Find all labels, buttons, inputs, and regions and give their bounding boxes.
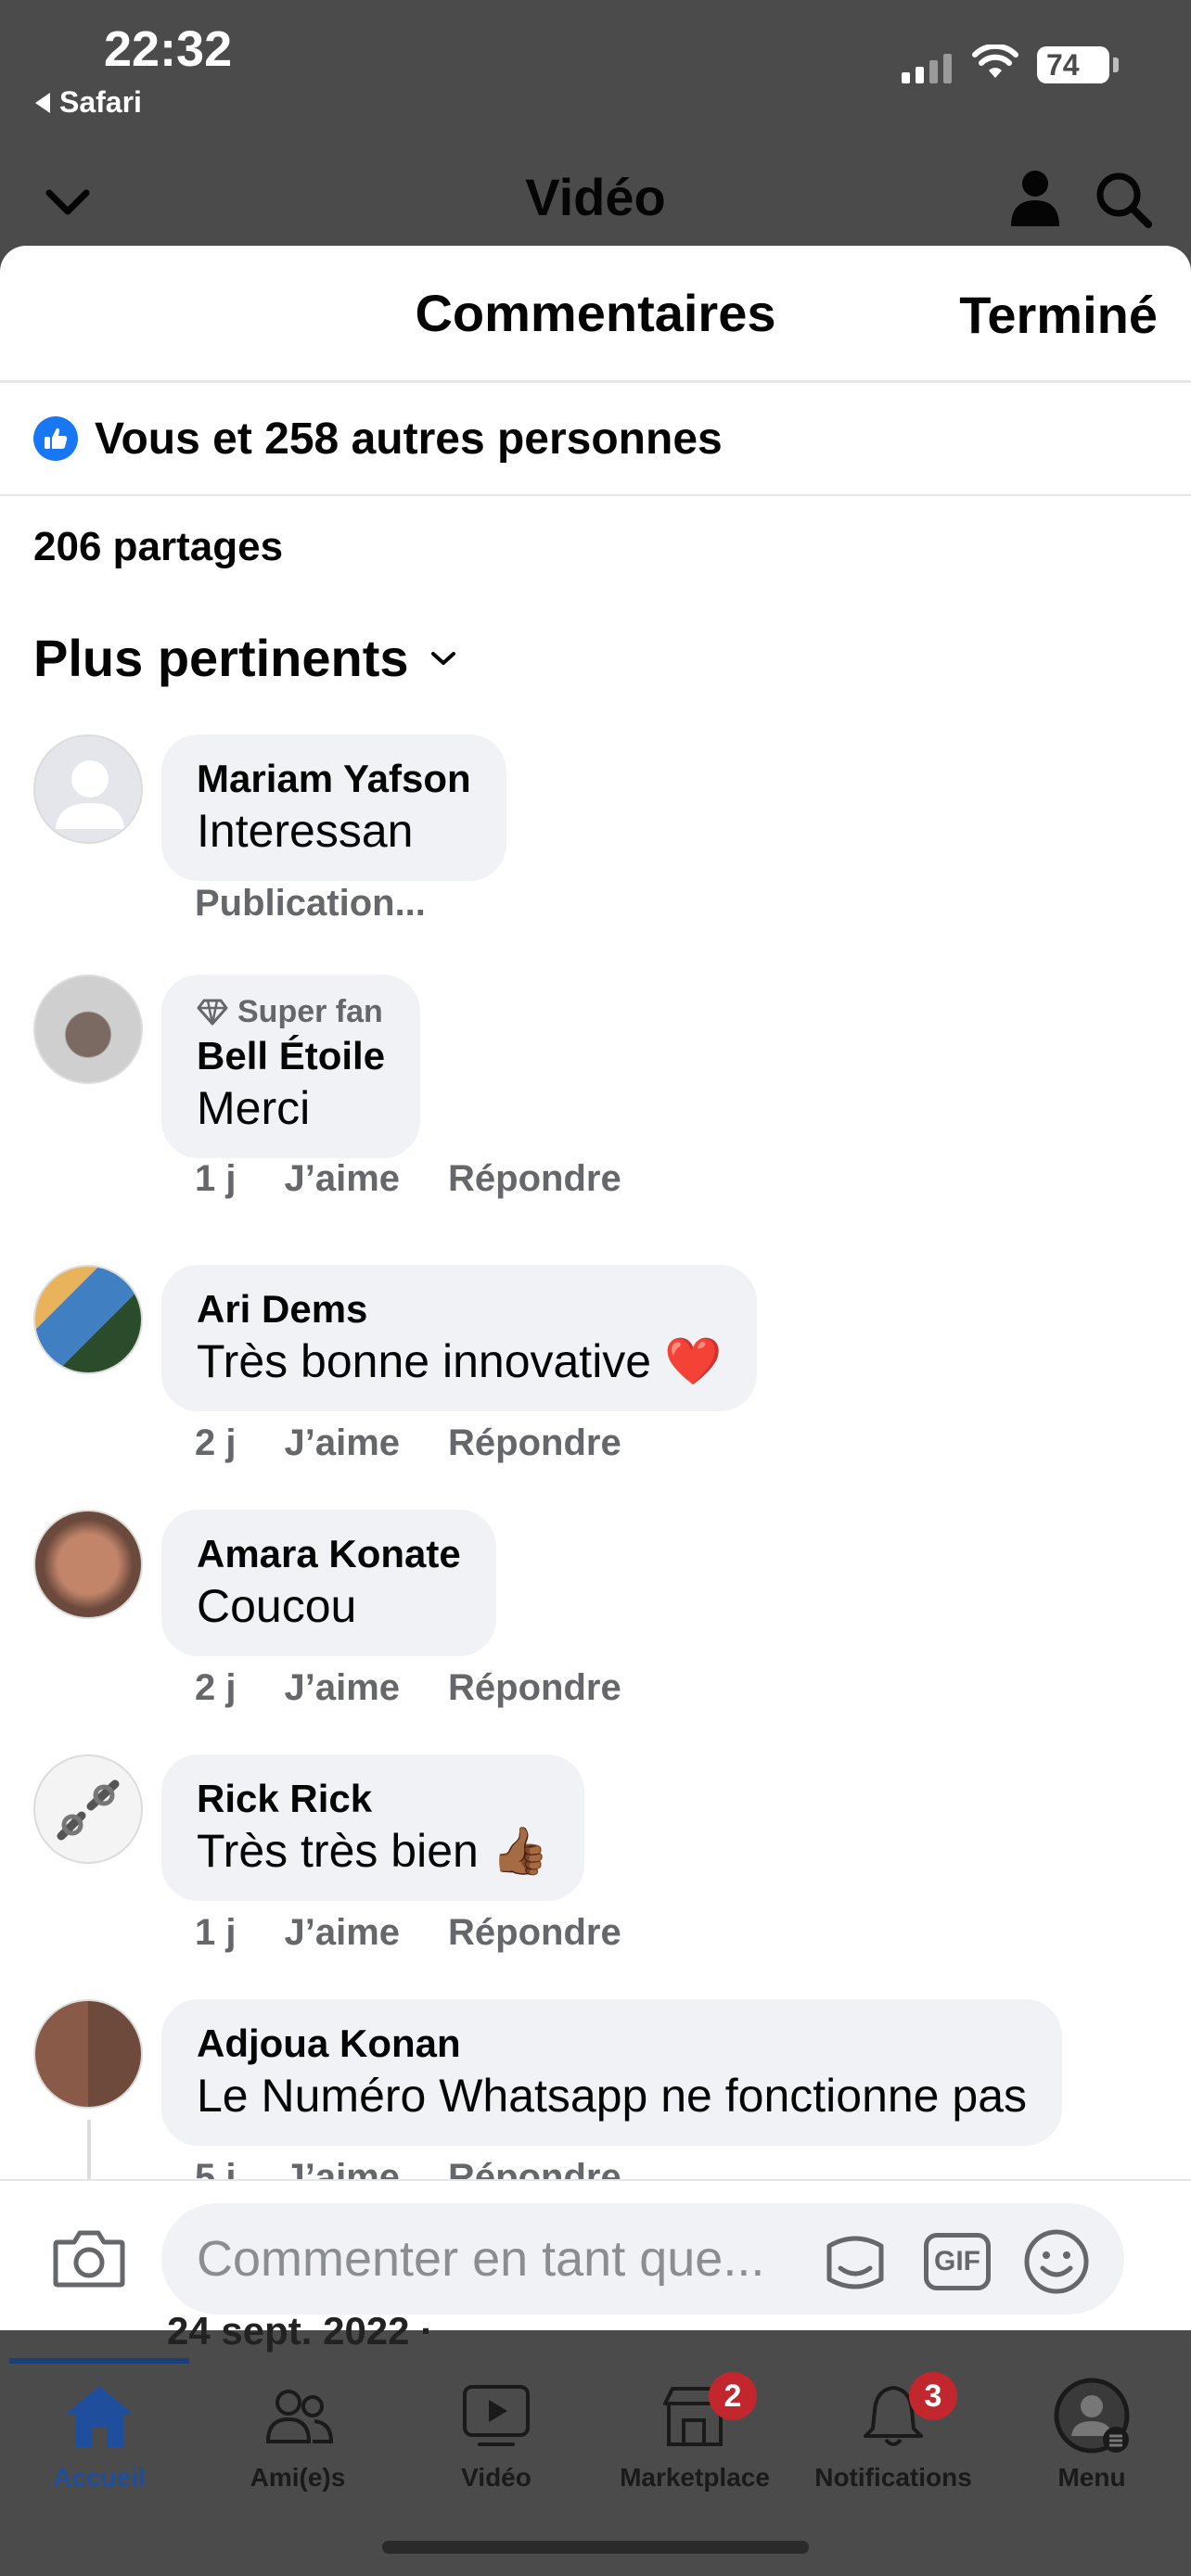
camera-icon[interactable] — [52, 2227, 126, 2289]
search-icon[interactable] — [1095, 171, 1154, 230]
comment-time[interactable]: 2 j — [195, 1667, 236, 1709]
active-tab-indicator — [9, 2358, 189, 2364]
comment-meta: 2 j J’aime Répondre — [195, 1667, 621, 1709]
like-button[interactable]: J’aime — [284, 1422, 400, 1464]
comment-bubble[interactable]: Amara Konate Coucou — [161, 1510, 496, 1656]
comment-bubble[interactable]: Rick Rick Très très bien 👍🏾 — [161, 1754, 584, 1901]
gif-label: GIF — [934, 2246, 980, 2276]
like-button[interactable]: J’aime — [284, 1912, 400, 1954]
nav-label-home: Accueil — [53, 2463, 146, 2492]
comment-bubble[interactable]: Ari Dems Très bonne innovative ❤️ — [161, 1265, 758, 1411]
sort-label: Plus pertinents — [33, 629, 409, 687]
nav-label-marketplace: Marketplace — [620, 2463, 770, 2492]
shares-count[interactable]: 206 partages — [33, 524, 283, 570]
comment-time[interactable]: 2 j — [195, 1422, 236, 1464]
back-app-label: Safari — [59, 85, 142, 119]
gif-icon[interactable]: GIF — [924, 2233, 991, 2290]
comment-composer: Commenter en tant que... GIF — [0, 2179, 1191, 2330]
nav-label-notifications: Notifications — [814, 2463, 972, 2492]
avatar-placeholder-icon[interactable] — [33, 734, 143, 844]
comment-author[interactable]: Rick Rick — [197, 1775, 549, 1823]
status-time: 22:32 — [104, 21, 233, 77]
avatar[interactable] — [33, 1265, 143, 1374]
avatar[interactable] — [33, 1510, 143, 1619]
marketplace-badge: 2 — [709, 2372, 757, 2420]
comment-meta: 2 j J’aime Répondre — [195, 1422, 621, 1464]
comment-text: Merci — [197, 1082, 311, 1134]
reply-button[interactable]: Répondre — [448, 1158, 621, 1200]
avatar[interactable] — [33, 1754, 143, 1864]
nav-item-friends[interactable]: Ami(e)s — [198, 2374, 397, 2504]
reactions-text: Vous et 258 autres personnes — [95, 414, 723, 464]
reply-button[interactable]: Répondre — [448, 1912, 621, 1954]
chevron-down-icon — [430, 651, 455, 665]
back-to-app-link[interactable]: Safari — [35, 85, 142, 120]
reactions-summary[interactable]: Vous et 258 autres personnes — [0, 383, 1191, 496]
comments-sheet: Commentaires Terminé Vous et 258 autres … — [0, 246, 1191, 2330]
nav-label-friends: Ami(e)s — [250, 2463, 346, 2492]
notifications-badge: 3 — [909, 2372, 957, 2420]
comment-text: Interessan — [197, 805, 414, 857]
avatar[interactable] — [33, 1999, 143, 2109]
battery-cap — [1113, 57, 1119, 72]
back-triangle-icon — [35, 92, 50, 113]
video-icon — [461, 2374, 531, 2457]
nav-item-menu[interactable]: Menu — [992, 2374, 1191, 2504]
comment-meta: 1 j J’aime Répondre — [195, 1158, 621, 1200]
comment-time[interactable]: 1 j — [195, 1912, 236, 1954]
comment-meta: 1 j J’aime Répondre — [195, 1912, 621, 1954]
like-button[interactable]: J’aime — [284, 1667, 400, 1709]
sort-dropdown[interactable]: Plus pertinents — [33, 628, 457, 688]
menu-avatar-icon — [1051, 2374, 1133, 2457]
comment-text: Le Numéro Whatsapp ne fonctionne pas — [197, 2070, 1027, 2122]
comment-input-placeholder: Commenter en tant que... — [197, 2231, 765, 2287]
profile-icon[interactable] — [1009, 169, 1061, 228]
comment-meta: Publication... — [195, 883, 426, 925]
home-icon — [62, 2374, 136, 2457]
diamond-icon — [197, 999, 228, 1026]
comment-text: Très bonne innovative ❤️ — [197, 1335, 723, 1387]
comment-text: Très très bien 👍🏾 — [197, 1825, 549, 1877]
home-indicator[interactable] — [382, 2541, 809, 2554]
friends-icon — [261, 2374, 335, 2457]
done-button[interactable]: Terminé — [959, 285, 1158, 345]
reply-button[interactable]: Répondre — [448, 1667, 621, 1709]
super-fan-badge: Super fan — [197, 991, 385, 1032]
bottom-navigation: Accueil Ami(e)s Vidéo 2 Marketplace 3 No… — [0, 2372, 1191, 2504]
nav-label-menu: Menu — [1057, 2463, 1126, 2492]
posting-status: Publication... — [195, 883, 426, 924]
comment-author[interactable]: Mariam Yafson — [197, 755, 471, 803]
reply-button[interactable]: Répondre — [448, 1422, 621, 1464]
comment-author[interactable]: Bell Étoile — [197, 1032, 385, 1080]
avatar[interactable] — [33, 975, 143, 1084]
nav-item-home[interactable]: Accueil — [0, 2374, 198, 2504]
nav-item-video[interactable]: Vidéo — [397, 2374, 596, 2504]
nav-item-marketplace[interactable]: 2 Marketplace — [596, 2372, 794, 2504]
cellular-signal-icon — [902, 54, 952, 83]
background-post-date: 24 sept. 2022 · — [167, 2309, 434, 2353]
comment-bubble[interactable]: Super fan Bell Étoile Merci — [161, 975, 421, 1158]
avatar-sticker-icon[interactable] — [820, 2227, 890, 2298]
comment-bubble[interactable]: Adjoua Konan Le Numéro Whatsapp ne fonct… — [161, 1999, 1062, 2146]
status-bar: 22:32 Safari 74 — [0, 0, 1191, 139]
like-button[interactable]: J’aime — [284, 1158, 400, 1200]
comment-author[interactable]: Adjoua Konan — [197, 2020, 1027, 2068]
battery-level: 74 — [1046, 47, 1080, 82]
nav-label-video: Vidéo — [461, 2463, 531, 2492]
comment-time[interactable]: 1 j — [195, 1158, 236, 1200]
comment-bubble[interactable]: Mariam Yafson Interessan — [161, 734, 506, 881]
sheet-header: Commentaires Terminé — [0, 246, 1191, 383]
badge-label: Super fan — [237, 994, 383, 1029]
comment-text: Coucou — [197, 1580, 357, 1632]
battery-icon: 74 — [1037, 46, 1109, 83]
comment-author[interactable]: Ari Dems — [197, 1285, 722, 1333]
wifi-icon — [972, 45, 1018, 78]
nav-item-notifications[interactable]: 3 Notifications — [794, 2372, 992, 2504]
emoji-icon[interactable] — [1022, 2227, 1091, 2296]
like-icon — [33, 416, 78, 461]
comment-author[interactable]: Amara Konate — [197, 1530, 461, 1578]
